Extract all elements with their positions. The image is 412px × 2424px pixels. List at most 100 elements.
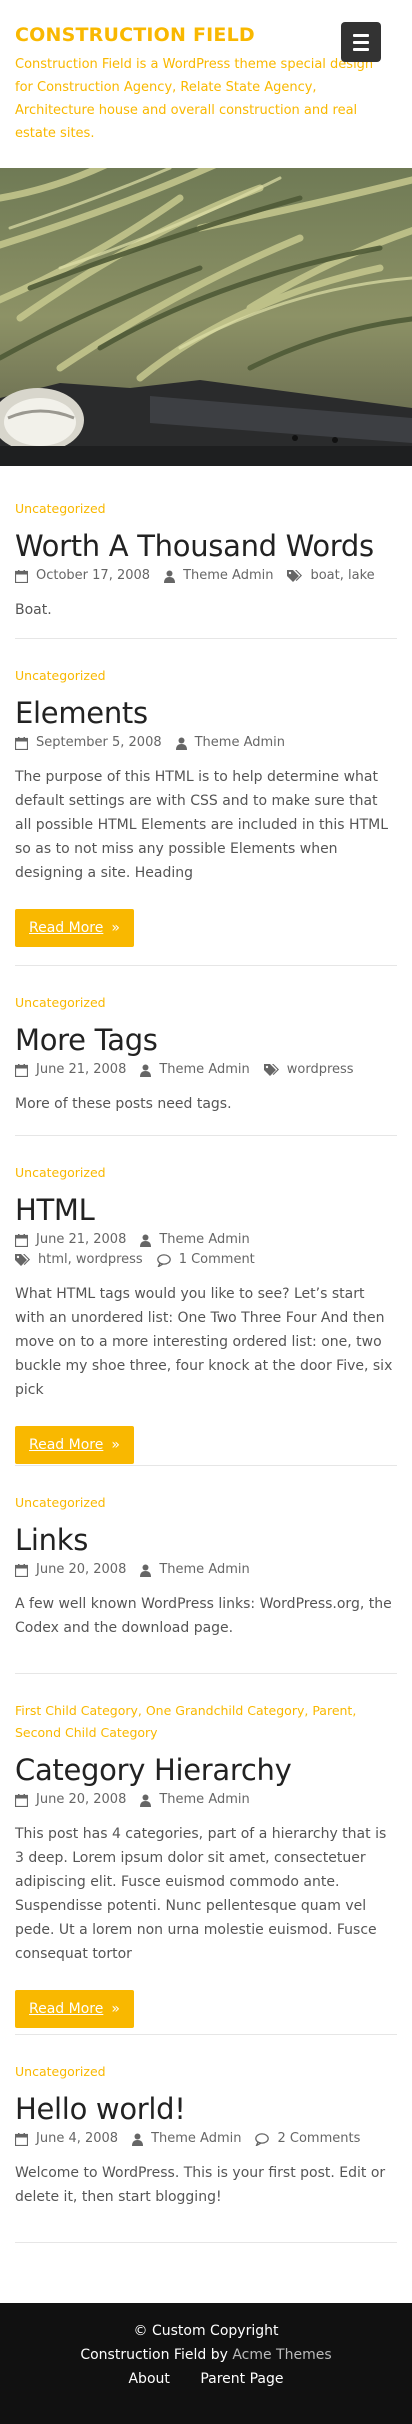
post-tags-text[interactable]: wordpress bbox=[287, 1060, 354, 1080]
post-excerpt: What HTML tags would you like to see? Le… bbox=[15, 1286, 393, 1398]
post-categories: First Child Category, One Grandchild Cat… bbox=[15, 1700, 397, 1744]
post-author[interactable]: Theme Admin bbox=[140, 1560, 250, 1580]
category-link[interactable]: Uncategorized bbox=[15, 501, 106, 516]
post-title[interactable]: HTML bbox=[15, 1192, 397, 1228]
user-icon bbox=[140, 1564, 152, 1577]
double-chevron-right-icon: » bbox=[111, 2001, 120, 2017]
post-date-text[interactable]: October 17, 2008 bbox=[36, 566, 150, 586]
post-tags[interactable]: boat, lake bbox=[287, 566, 375, 586]
category-link[interactable]: First Child Category bbox=[15, 1703, 138, 1718]
post-meta: June 4, 2008 Theme Admin 2 Comments bbox=[14, 2129, 397, 2149]
read-more-button[interactable]: Read More » bbox=[15, 1990, 134, 2028]
post-tags[interactable]: html, wordpress bbox=[15, 1250, 143, 1270]
post-author-text[interactable]: Theme Admin bbox=[183, 566, 273, 586]
category-link[interactable]: Uncategorized bbox=[15, 668, 106, 683]
post-date-text[interactable]: June 20, 2008 bbox=[36, 1790, 126, 1810]
hamburger-icon-bar bbox=[353, 40, 369, 44]
comment-icon bbox=[255, 2132, 270, 2147]
post-author-text[interactable]: Theme Admin bbox=[151, 2129, 241, 2149]
post-date[interactable]: June 20, 2008 bbox=[14, 1790, 126, 1810]
footer-link-parent-page[interactable]: Parent Page bbox=[200, 2371, 283, 2387]
post-item: Uncategorized HTML June 21, 2008 Theme Ad… bbox=[14, 1136, 397, 1466]
category-separator: , bbox=[137, 1703, 146, 1718]
site-footer: © Custom Copyright Construction Field by… bbox=[0, 2303, 412, 2424]
post-date[interactable]: June 20, 2008 bbox=[14, 1560, 126, 1580]
post-author-text[interactable]: Theme Admin bbox=[159, 1560, 249, 1580]
site-header: CONSTRUCTION FIELD Construction Field is… bbox=[0, 0, 412, 168]
tags-icon bbox=[15, 1253, 30, 1267]
post-title[interactable]: Worth A Thousand Words bbox=[15, 528, 397, 564]
post-categories: Uncategorized bbox=[15, 1162, 397, 1184]
post-title[interactable]: Elements bbox=[15, 695, 397, 731]
user-icon bbox=[140, 1064, 152, 1077]
post-date[interactable]: June 4, 2008 bbox=[14, 2129, 118, 2149]
post-excerpt: A few well known WordPress links: WordPr… bbox=[15, 1596, 392, 1636]
category-link[interactable]: Uncategorized bbox=[15, 995, 106, 1010]
post-author[interactable]: Theme Admin bbox=[140, 1230, 250, 1250]
post-date-text[interactable]: June 20, 2008 bbox=[36, 1560, 126, 1580]
post-tags-text[interactable]: html, wordpress bbox=[38, 1250, 143, 1270]
calendar-icon bbox=[14, 1063, 29, 1077]
post-date-text[interactable]: June 21, 2008 bbox=[36, 1230, 126, 1250]
read-more-label[interactable]: Read More bbox=[29, 1437, 103, 1453]
post-excerpt: Boat. bbox=[15, 602, 52, 618]
post-comments[interactable]: 1 Comment bbox=[156, 1250, 255, 1270]
category-link[interactable]: Uncategorized bbox=[15, 2064, 106, 2079]
post-title[interactable]: Links bbox=[15, 1522, 397, 1558]
post-date[interactable]: October 17, 2008 bbox=[14, 566, 150, 586]
post-author[interactable]: Theme Admin bbox=[175, 733, 285, 753]
user-icon bbox=[140, 1794, 152, 1807]
post-title[interactable]: Category Hierarchy bbox=[15, 1752, 397, 1788]
footer-link-about[interactable]: About bbox=[128, 2371, 169, 2387]
read-more-button[interactable]: Read More » bbox=[15, 909, 134, 947]
menu-toggle-button[interactable] bbox=[341, 22, 381, 62]
post-author-text[interactable]: Theme Admin bbox=[195, 733, 285, 753]
footer-credit-link[interactable]: Acme Themes bbox=[232, 2347, 331, 2363]
post-author-text[interactable]: Theme Admin bbox=[159, 1060, 249, 1080]
post-date-text[interactable]: September 5, 2008 bbox=[36, 733, 162, 753]
post-author-text[interactable]: Theme Admin bbox=[159, 1790, 249, 1810]
read-more-label[interactable]: Read More bbox=[29, 2001, 103, 2017]
post-date-text[interactable]: June 4, 2008 bbox=[36, 2129, 118, 2149]
post-date[interactable]: June 21, 2008 bbox=[14, 1230, 126, 1250]
footer-menu: About Parent Page bbox=[0, 2369, 412, 2389]
post-title[interactable]: More Tags bbox=[15, 1022, 397, 1058]
category-link[interactable]: Uncategorized bbox=[15, 1165, 106, 1180]
category-link[interactable]: One Grandchild Category bbox=[146, 1703, 305, 1718]
post-categories: Uncategorized bbox=[15, 498, 397, 520]
read-more-wrap: Read More » bbox=[15, 1426, 397, 1464]
post-date[interactable]: June 21, 2008 bbox=[14, 1060, 126, 1080]
post-author[interactable]: Theme Admin bbox=[132, 2129, 241, 2149]
footer-credit-prefix: Construction Field by bbox=[80, 2347, 228, 2363]
page: CONSTRUCTION FIELD Construction Field is… bbox=[0, 0, 412, 2424]
post-date[interactable]: September 5, 2008 bbox=[14, 733, 162, 753]
post-tags[interactable]: wordpress bbox=[263, 1060, 354, 1080]
post-tags-text[interactable]: boat, lake bbox=[310, 566, 374, 586]
post-item: Uncategorized Links June 20, 2008 Theme A… bbox=[14, 1466, 397, 1674]
post-author[interactable]: Theme Admin bbox=[164, 566, 273, 586]
post-comments[interactable]: 2 Comments bbox=[255, 2129, 360, 2149]
read-more-button[interactable]: Read More » bbox=[15, 1426, 134, 1464]
read-more-label[interactable]: Read More bbox=[29, 920, 103, 936]
double-chevron-right-icon: » bbox=[111, 1437, 120, 1453]
post-categories: Uncategorized bbox=[15, 992, 397, 1014]
post-author[interactable]: Theme Admin bbox=[140, 1790, 250, 1810]
post-author-text[interactable]: Theme Admin bbox=[159, 1230, 249, 1250]
post-author[interactable]: Theme Admin bbox=[140, 1060, 250, 1080]
post-comments-text[interactable]: 2 Comments bbox=[277, 2129, 360, 2149]
post-item: Uncategorized Elements September 5, 2008… bbox=[14, 639, 397, 966]
calendar-icon bbox=[14, 1563, 29, 1577]
category-link[interactable]: Uncategorized bbox=[15, 1495, 106, 1510]
category-link[interactable]: Parent bbox=[312, 1703, 352, 1718]
calendar-icon bbox=[14, 1793, 29, 1807]
double-chevron-right-icon: » bbox=[111, 920, 120, 936]
hamburger-icon-bar bbox=[353, 47, 369, 51]
post-comments-text[interactable]: 1 Comment bbox=[179, 1250, 255, 1270]
post-item: First Child Category, One Grandchild Cat… bbox=[14, 1674, 397, 2035]
post-categories: Uncategorized bbox=[15, 1492, 397, 1514]
site-title[interactable]: CONSTRUCTION FIELD bbox=[15, 22, 397, 48]
post-date-text[interactable]: June 21, 2008 bbox=[36, 1060, 126, 1080]
post-title[interactable]: Hello world! bbox=[15, 2091, 397, 2127]
post-meta: June 21, 2008 Theme Admin html, wordpress 1… bbox=[14, 1230, 397, 1270]
category-link[interactable]: Second Child Category bbox=[15, 1725, 158, 1740]
